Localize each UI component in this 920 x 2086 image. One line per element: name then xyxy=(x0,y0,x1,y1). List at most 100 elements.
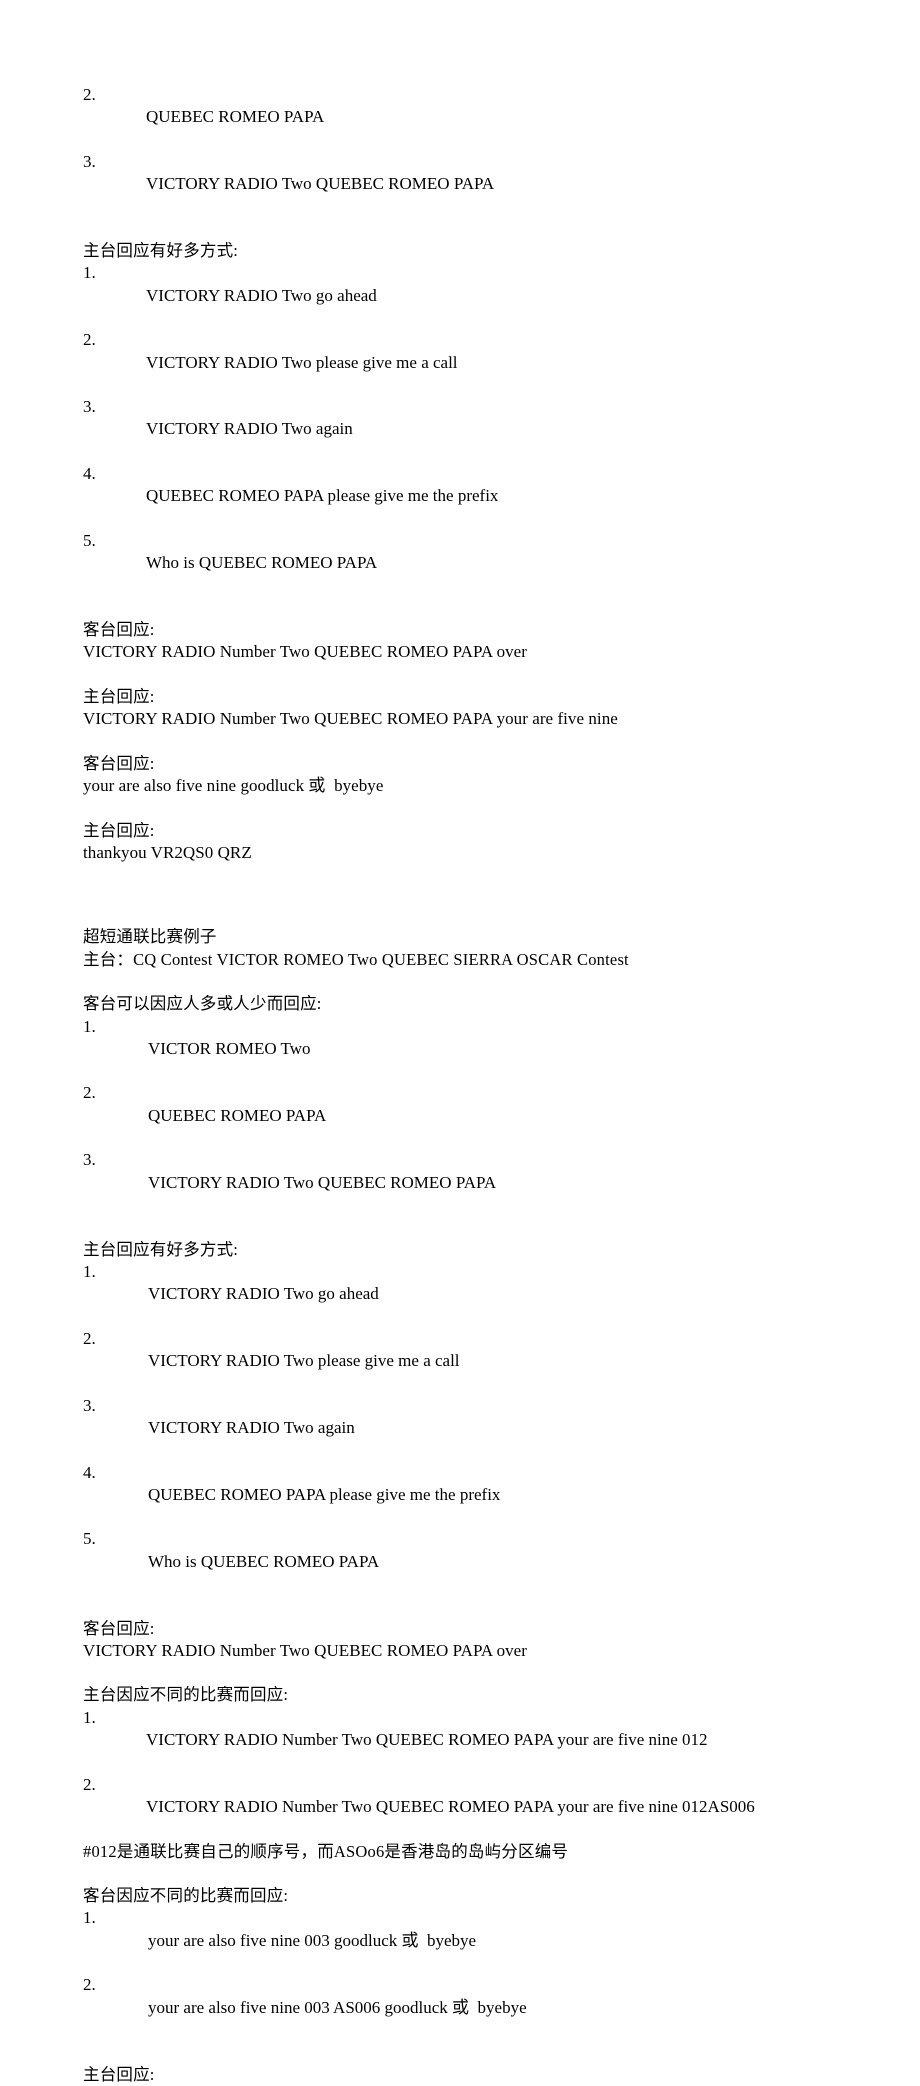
list-item-text: QUEBEC ROMEO PAPA please give me the pre… xyxy=(148,1484,501,1504)
list-item: 1. VICTORY RADIO Number Two QUEBEC ROMEO … xyxy=(83,1707,843,1774)
list-item-number: 2. xyxy=(83,1774,96,1794)
reply-line: your are also five nine goodluck 或 byeby… xyxy=(83,776,384,796)
contest-call-line: 主台：CQ Contest VICTOR ROMEO Two QUEBEC SI… xyxy=(83,949,629,969)
list-item-text: Who is QUEBEC ROMEO PAPA xyxy=(148,1551,380,1571)
list-item: 2. your are also five nine 003 AS006 good… xyxy=(83,1974,843,2041)
list-item: 1. your are also five nine 003 goodluck 或… xyxy=(83,1907,843,1974)
list-item-number: 1. xyxy=(83,263,96,283)
list-item: 3. VICTORY RADIO Two QUEBEC ROMEO PAPA xyxy=(83,1149,843,1216)
list-item-number: 5. xyxy=(83,530,96,550)
section-heading: 主台因应不同的比赛而回应: xyxy=(83,1685,289,1705)
section-heading: 超短通联比赛例子 xyxy=(83,927,217,947)
list-item: 1. VICTORY RADIO Two go ahead xyxy=(83,262,843,329)
section-guest-reply-1: 客台回应: VICTORY RADIO Number Two QUEBEC RO… xyxy=(83,619,843,664)
section-heading: 客台回应: xyxy=(83,620,155,640)
list-item: 2. QUEBEC ROMEO PAPA xyxy=(83,1082,843,1149)
list-item-number: 5. xyxy=(83,1529,96,1549)
list-item-text: VICTORY RADIO Two go ahead xyxy=(146,285,377,305)
list-item: 4. QUEBEC ROMEO PAPA please give me the p… xyxy=(83,1462,843,1529)
section-main-station-ways-2: 主台回应有好多方式: 1. VICTORY RADIO Two go ahead … xyxy=(83,1239,843,1596)
list-item: 5. Who is QUEBEC ROMEO PAPA xyxy=(83,530,843,597)
ordered-list-intro-tail: 2. QUEBEC ROMEO PAPA 3. VICTORY RADIO Two … xyxy=(83,84,843,218)
list-item-number: 2. xyxy=(83,1083,96,1103)
list-item-text: QUEBEC ROMEO PAPA xyxy=(146,107,325,127)
list-item: 3. VICTORY RADIO Two QUEBEC ROMEO PAPA xyxy=(83,151,843,218)
list-item-text: VICTORY RADIO Number Two QUEBEC ROMEO PA… xyxy=(146,1730,708,1750)
list-item-text: VICTORY RADIO Two QUEBEC ROMEO PAPA xyxy=(148,1172,497,1192)
document-page: 2. QUEBEC ROMEO PAPA 3. VICTORY RADIO Two … xyxy=(0,0,920,2084)
list-item-number: 4. xyxy=(83,1462,96,1482)
section-heading: 客台可以因应人多或人少而回应: xyxy=(83,994,322,1014)
section-heading: 客台回应: xyxy=(83,1618,155,1638)
list-item-text: your are also five nine 003 goodluck 或 b… xyxy=(148,1930,477,1950)
list-item-number: 2. xyxy=(83,330,96,350)
list-item-text: VICTORY RADIO Two please give me a call xyxy=(146,352,458,372)
reply-line: VICTORY RADIO Number Two QUEBEC ROMEO PA… xyxy=(83,709,618,729)
list-item-text: QUEBEC ROMEO PAPA please give me the pre… xyxy=(146,486,499,506)
list-item-number: 3. xyxy=(83,1395,96,1415)
section-guest-crowd-list: 客台可以因应人多或人少而回应: 1. VICTOR ROMEO Two 2. QUE… xyxy=(83,993,843,1216)
list-item: 1. VICTORY RADIO Two go ahead xyxy=(83,1261,843,1328)
list-item-text: VICTORY RADIO Two QUEBEC ROMEO PAPA xyxy=(146,174,495,194)
section-heading: 主台回应: xyxy=(83,820,155,840)
list-item-text: QUEBEC ROMEO PAPA xyxy=(148,1105,327,1125)
section-heading: 客台因应不同的比赛而回应: xyxy=(83,1886,289,1906)
list-item-number: 3. xyxy=(83,1150,96,1170)
footnote-text: #012是通联比赛自己的顺序号，而ASOo6是香港岛的岛屿分区编号 xyxy=(83,1841,569,1861)
section-main-reply-2: 主台回应: thankyou VR2QS0 QRZ xyxy=(83,820,843,865)
section-main-reply-1: 主台回应: VICTORY RADIO Number Two QUEBEC RO… xyxy=(83,686,843,731)
section-heading: 主台回应有好多方式: xyxy=(83,241,239,261)
list-item: 3. VICTORY RADIO Two again xyxy=(83,1395,843,1462)
list-item: 2. QUEBEC ROMEO PAPA xyxy=(83,84,843,151)
list-item-number: 1. xyxy=(83,1908,96,1928)
reply-line: VICTORY RADIO Number Two QUEBEC ROMEO PA… xyxy=(83,1640,527,1660)
list-item-text: VICTORY RADIO Two again xyxy=(146,419,353,439)
list-item-number: 1. xyxy=(83,1261,96,1281)
list-item-number: 1. xyxy=(83,1707,96,1727)
list-item-number: 1. xyxy=(83,1016,96,1036)
section-guest-contest-replies: 客台因应不同的比赛而回应: 1. your are also five nine … xyxy=(83,1885,843,2041)
list-item: 2. VICTORY RADIO Two please give me a cal… xyxy=(83,329,843,396)
list-item-number: 2. xyxy=(83,1975,96,1995)
section-guest-reply-2: 客台回应: your are also five nine goodluck 或… xyxy=(83,753,843,798)
list-item-number: 4. xyxy=(83,464,96,484)
list-item: 5. Who is QUEBEC ROMEO PAPA xyxy=(83,1528,843,1595)
list-item-number: 3. xyxy=(83,397,96,417)
reply-line: thankyou VR2QS0 QRZ xyxy=(83,843,252,863)
section-heading: 主台回应有好多方式: xyxy=(83,1239,239,1259)
list-item-text: Who is QUEBEC ROMEO PAPA xyxy=(146,553,378,573)
list-item-text: VICTORY RADIO Two go ahead xyxy=(148,1284,379,1304)
section-main-reply-final: 主台回应: xyxy=(83,2064,843,2086)
section-heading: 主台回应: xyxy=(83,2064,155,2084)
list-item-text: your are also five nine 003 AS006 goodlu… xyxy=(148,1997,527,2017)
reply-line: VICTORY RADIO Number Two QUEBEC ROMEO PA… xyxy=(83,642,527,662)
list-item: 3. VICTORY RADIO Two again xyxy=(83,396,843,463)
list-item-text: VICTORY RADIO Two please give me a call xyxy=(148,1351,460,1371)
list-item-number: 2. xyxy=(83,85,96,104)
list-item: 4. QUEBEC ROMEO PAPA please give me the p… xyxy=(83,463,843,530)
list-item-number: 3. xyxy=(83,151,96,171)
list-item-number: 2. xyxy=(83,1328,96,1348)
section-contest-example: 超短通联比赛例子 主台：CQ Contest VICTOR ROMEO Two … xyxy=(83,926,843,971)
section-main-contest-replies: 主台因应不同的比赛而回应: 1. VICTORY RADIO Number Two… xyxy=(83,1684,843,1862)
document-body: 2. QUEBEC ROMEO PAPA 3. VICTORY RADIO Two … xyxy=(83,84,843,2086)
section-guest-reply-3: 客台回应: VICTORY RADIO Number Two QUEBEC RO… xyxy=(83,1618,843,1663)
section-heading: 主台回应: xyxy=(83,687,155,707)
list-item-text: VICTORY RADIO Number Two QUEBEC ROMEO PA… xyxy=(146,1796,755,1816)
list-item: 1. VICTOR ROMEO Two xyxy=(83,1016,843,1083)
list-item: 2. VICTORY RADIO Number Two QUEBEC ROMEO … xyxy=(83,1774,843,1841)
list-item-text: VICTOR ROMEO Two xyxy=(148,1038,311,1058)
section-main-station-ways-1: 主台回应有好多方式: 1. VICTORY RADIO Two go ahead … xyxy=(83,240,843,597)
